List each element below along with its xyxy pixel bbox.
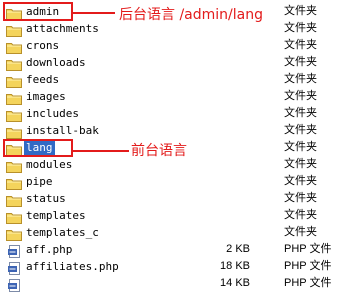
folder-icon — [6, 73, 22, 88]
folder-row[interactable]: images 文件夹 — [0, 88, 358, 105]
front-lang-annotation: 前台语言 — [131, 143, 187, 159]
folder-icon — [6, 22, 22, 37]
php-file-icon — [6, 260, 22, 275]
file-type: 文件夹 — [284, 226, 317, 238]
file-type: 文件夹 — [284, 107, 317, 119]
folder-icon — [6, 175, 22, 190]
php-file-icon — [6, 243, 22, 258]
file-name[interactable]: status — [24, 191, 68, 206]
file-type: 文件夹 — [284, 192, 317, 204]
admin-annotation-line — [73, 12, 115, 14]
folder-icon — [6, 124, 22, 139]
folder-icon — [6, 209, 22, 224]
folder-row[interactable]: feeds 文件夹 — [0, 71, 358, 88]
lang-annotation-line — [73, 150, 129, 152]
file-type: 文件夹 — [284, 158, 317, 170]
file-type: 文件夹 — [284, 5, 317, 17]
admin-highlight-box — [3, 2, 73, 21]
file-name[interactable]: images — [24, 89, 68, 104]
folder-icon — [6, 56, 22, 71]
file-name[interactable]: modules — [24, 157, 74, 172]
file-type: PHP 文件 — [284, 243, 332, 255]
file-type: 文件夹 — [284, 90, 317, 102]
file-name[interactable]: pipe — [24, 174, 55, 189]
file-size: 18 KB — [220, 260, 250, 272]
admin-lang-annotation: 后台语言 /admin/lang — [119, 7, 263, 23]
file-type: 文件夹 — [284, 124, 317, 136]
file-type: 文件夹 — [284, 73, 317, 85]
file-name[interactable]: crons — [24, 38, 61, 53]
folder-row[interactable]: pipe 文件夹 — [0, 173, 358, 190]
file-name[interactable]: feeds — [24, 72, 61, 87]
file-name[interactable] — [24, 276, 28, 291]
file-type: PHP 文件 — [284, 260, 332, 272]
file-name[interactable]: aff.php — [24, 242, 74, 257]
folder-icon — [6, 107, 22, 122]
folder-row[interactable]: crons 文件夹 — [0, 37, 358, 54]
file-type: 文件夹 — [284, 22, 317, 34]
folder-row[interactable]: templates 文件夹 — [0, 207, 358, 224]
folder-row[interactable]: includes 文件夹 — [0, 105, 358, 122]
folder-row[interactable]: install-bak 文件夹 — [0, 122, 358, 139]
folder-row[interactable]: status 文件夹 — [0, 190, 358, 207]
file-size: 2 KB — [226, 243, 250, 255]
file-type: 文件夹 — [284, 141, 317, 153]
file-row[interactable]: affiliates.php 18 KB PHP 文件 — [0, 258, 358, 275]
folder-icon — [6, 158, 22, 173]
lang-highlight-box — [3, 139, 73, 157]
file-size: 14 KB — [220, 277, 250, 289]
folder-row[interactable]: downloads 文件夹 — [0, 54, 358, 71]
file-type: 文件夹 — [284, 209, 317, 221]
php-file-icon — [6, 277, 22, 292]
file-name[interactable]: affiliates.php — [24, 259, 121, 274]
file-type: 文件夹 — [284, 175, 317, 187]
file-name[interactable]: templates_c — [24, 225, 101, 240]
file-name[interactable]: attachments — [24, 21, 101, 36]
folder-row[interactable]: templates_c 文件夹 — [0, 224, 358, 241]
file-name[interactable]: install-bak — [24, 123, 101, 138]
file-name[interactable]: templates — [24, 208, 88, 223]
folder-icon — [6, 39, 22, 54]
file-type: 文件夹 — [284, 56, 317, 68]
folder-icon — [6, 192, 22, 207]
file-row[interactable]: aff.php 2 KB PHP 文件 — [0, 241, 358, 258]
file-name[interactable]: includes — [24, 106, 81, 121]
folder-icon — [6, 226, 22, 241]
file-name[interactable]: downloads — [24, 55, 88, 70]
file-type: PHP 文件 — [284, 277, 332, 289]
file-row[interactable]: 14 KB PHP 文件 — [0, 275, 358, 292]
file-type: 文件夹 — [284, 39, 317, 51]
folder-icon — [6, 90, 22, 105]
